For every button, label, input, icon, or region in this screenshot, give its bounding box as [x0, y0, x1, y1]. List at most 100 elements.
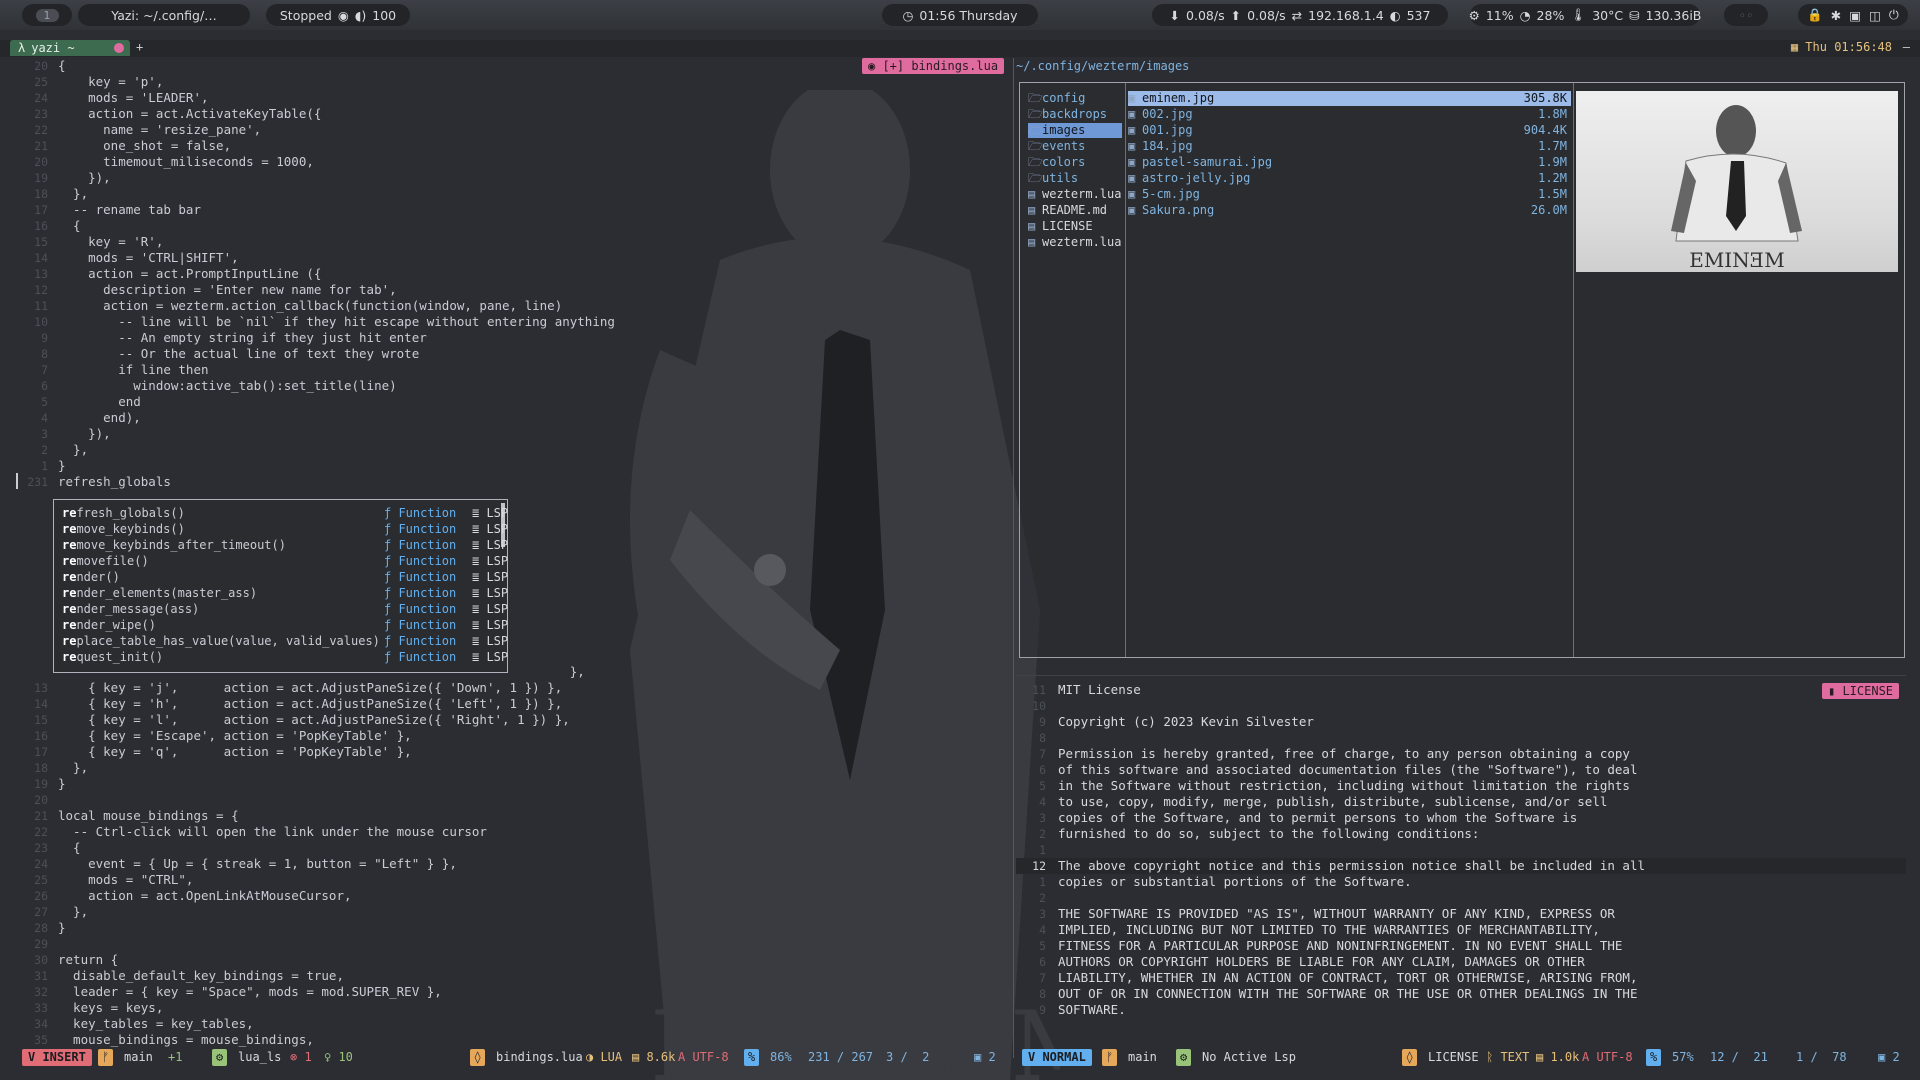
image-file-item[interactable]: ▣ astro-jelly.jpg 1.2M	[1128, 171, 1571, 186]
code-line[interactable]: 2 },	[10, 442, 1013, 458]
completion-item[interactable]: render() ƒ Function ≣ LSP	[62, 569, 508, 585]
tab-yazi[interactable]: λ yazi ~	[10, 40, 130, 56]
code-line[interactable]: 19}	[10, 776, 1013, 792]
code-line[interactable]: 14 { key = 'h', action = act.AdjustPaneS…	[10, 696, 1013, 712]
folder-item[interactable]: 🗁colors	[1028, 155, 1122, 170]
code-line[interactable]: 17 -- rename tab bar	[10, 202, 1013, 218]
code-line[interactable]: 13 { key = 'j', action = act.AdjustPaneS…	[10, 680, 1013, 696]
code-line[interactable]: 17 { key = 'q', action = 'PopKeyTable' }…	[10, 744, 1013, 760]
code-line[interactable]: 9 -- An empty string if they just hit en…	[10, 330, 1013, 346]
folder-item[interactable]: 🗁events	[1028, 139, 1122, 154]
license-line[interactable]: 4 to use, copy, modify, merge, publish, d…	[1016, 794, 1906, 810]
pane-separator[interactable]	[1016, 675, 1906, 676]
code-line[interactable]: 16 {	[10, 218, 1013, 234]
code-line[interactable]: 33 keys = keys,	[10, 1000, 1013, 1016]
lsp-name[interactable]: lua_ls	[232, 1049, 287, 1066]
code-line[interactable]: 20	[10, 792, 1013, 808]
license-line[interactable]: 1	[1016, 842, 1906, 858]
code-line[interactable]: 10 -- line will be `nil` if they hit esc…	[10, 314, 1013, 330]
code-line[interactable]: 4 end),	[10, 410, 1013, 426]
code-line[interactable]: 34 key_tables = key_tables,	[10, 1016, 1013, 1032]
completion-item[interactable]: render_message(ass) ƒ Function ≣ LSP	[62, 601, 508, 617]
workspace-pill[interactable]: 1	[22, 4, 72, 26]
pause-icon[interactable]: ◉	[338, 8, 349, 23]
code-line[interactable]: 29	[10, 936, 1013, 952]
license-line[interactable]: 3 copies of the Software, and to permit p…	[1016, 810, 1906, 826]
git-branch-right[interactable]: main	[1122, 1049, 1163, 1066]
tab-close-icon[interactable]	[114, 43, 124, 53]
minimize-button[interactable]: —	[1903, 40, 1910, 54]
code-line[interactable]: 5 end	[10, 394, 1013, 410]
license-line[interactable]: 5 FITNESS FOR A PARTICULAR PURPOSE AND NO…	[1016, 938, 1906, 954]
code-line[interactable]: 35 mouse_bindings = mouse_bindings,	[10, 1032, 1013, 1048]
code-line[interactable]: 13 action = act.PromptInputLine ({	[10, 266, 1013, 282]
code-line[interactable]: 24 event = { Up = { streak = 1, button =…	[10, 856, 1013, 872]
code-line[interactable]: 6 window:active_tab():set_title(line)	[10, 378, 1013, 394]
license-line[interactable]: 10	[1016, 698, 1906, 714]
code-line[interactable]: 25 key = 'p',	[10, 74, 1013, 90]
completion-popup[interactable]: refresh_globals() ƒ Function ≣ LSP remove_k…	[53, 499, 508, 673]
license-line[interactable]: 8	[1016, 730, 1906, 746]
file-tab-badge[interactable]: ◉ [+] bindings.lua	[862, 58, 1005, 74]
workspace-number[interactable]: 1	[35, 8, 59, 22]
power-icon[interactable]: ⏻	[1889, 7, 1899, 23]
screenshot-icon[interactable]: ▣	[1849, 8, 1861, 23]
image-file-item[interactable]: ▣ 002.jpg 1.8M	[1128, 107, 1571, 122]
image-file-item[interactable]: ▣ eminem.jpg 305.8K	[1128, 91, 1571, 106]
code-line[interactable]: 15 key = 'R',	[10, 234, 1013, 250]
code-line[interactable]: 24 mods = 'LEADER',	[10, 90, 1013, 106]
code-line[interactable]: 21 local mouse_bindings = {	[10, 808, 1013, 824]
image-file-item[interactable]: ▣ pastel-samurai.jpg 1.9M	[1128, 155, 1571, 170]
file-item[interactable]: ▤ LICENSE	[1028, 219, 1122, 234]
license-line[interactable]: 4 IMPLIED, INCLUDING BUT NOT LIMITED TO T…	[1016, 922, 1906, 938]
license-line[interactable]: 6 AUTHORS OR COPYRIGHT HOLDERS BE LIABLE …	[1016, 954, 1906, 970]
license-file-badge[interactable]: ▮ LICENSE	[1822, 683, 1900, 699]
image-file-item[interactable]: ▣ 001.jpg 904.4K	[1128, 123, 1571, 138]
code-line[interactable]: 3 }),	[10, 426, 1013, 442]
lsp-status-right[interactable]: No Active Lsp	[1196, 1049, 1302, 1066]
diagnostic-errors[interactable]: ⊗ 1	[284, 1049, 318, 1066]
code-line[interactable]: 25 mods = "CTRL",	[10, 872, 1013, 888]
completion-item[interactable]: remove_keybinds() ƒ Function ≣ LSP	[62, 521, 508, 537]
file-item[interactable]: ▤ wezterm.lua	[1028, 187, 1122, 202]
media-pill[interactable]: Stopped ◉ ◖) 100	[266, 4, 410, 26]
image-file-item[interactable]: ▣ Sakura.png 26.0M	[1128, 203, 1571, 218]
new-tab-button[interactable]: +	[136, 40, 143, 54]
code-line[interactable]: 32 leader = { key = "Space", mods = mod.…	[10, 984, 1013, 1000]
folder-item[interactable]: 🗁config	[1028, 91, 1122, 106]
license-line[interactable]: 2 furnished to do so, subject to the foll…	[1016, 826, 1906, 842]
code-line[interactable]: 23 {	[10, 840, 1013, 856]
license-line[interactable]: 7 Permission is hereby granted, free of c…	[1016, 746, 1906, 762]
code-line[interactable]: 18 },	[10, 760, 1013, 776]
code-line[interactable]: 16 { key = 'Escape', action = 'PopKeyTab…	[10, 728, 1013, 744]
file-item[interactable]: ▤ wezterm.lua	[1028, 235, 1122, 250]
volume-icon[interactable]: ◖)	[355, 8, 366, 23]
code-line[interactable]: 18 },	[10, 186, 1013, 202]
folder-item[interactable]: 🗁utils	[1028, 171, 1122, 186]
folder-item[interactable]: 🗁backdrops	[1028, 107, 1122, 122]
code-line[interactable]: 30 return {	[10, 952, 1013, 968]
code-line[interactable]: 26 action = act.OpenLinkAtMouseCursor,	[10, 888, 1013, 904]
completion-item[interactable]: refresh_globals() ƒ Function ≣ LSP	[62, 505, 508, 521]
code-line[interactable]: 21 one_shot = false,	[10, 138, 1013, 154]
diagnostic-hints[interactable]: ♀ 10	[318, 1049, 359, 1066]
license-viewer[interactable]: 11 MIT License 10 9 Copyright (c) 2023 Kevin…	[1016, 682, 1906, 1022]
license-line[interactable]: 11 MIT License	[1016, 682, 1906, 698]
code-line[interactable]: 8 -- Or the actual line of text they wro…	[10, 346, 1013, 362]
code-line[interactable]: 231 refresh_globals	[10, 474, 1013, 490]
license-line[interactable]: 8 OUT OF OR IN CONNECTION WITH THE SOFTWA…	[1016, 986, 1906, 1002]
code-line[interactable]: 22 name = 'resize_pane',	[10, 122, 1013, 138]
code-line[interactable]: 12 description = 'Enter new name for tab…	[10, 282, 1013, 298]
license-line[interactable]: 5 in the Software without restriction, in…	[1016, 778, 1906, 794]
settings-icon[interactable]: ✱	[1831, 8, 1841, 23]
completion-item[interactable]: render_elements(master_ass) ƒ Function ≣ L…	[62, 585, 508, 601]
folder-item[interactable]: 🗁images	[1028, 123, 1122, 138]
completion-item[interactable]: replace_table_has_value(value, valid_val…	[62, 633, 508, 649]
license-line[interactable]: 1 copies or substantial portions of the S…	[1016, 874, 1906, 890]
license-line[interactable]: 12 The above copyright notice and this pe…	[1016, 858, 1906, 874]
clock-pill[interactable]: ◷ 01:56 Thursday	[882, 4, 1038, 26]
image-file-item[interactable]: ▣ 184.jpg 1.7M	[1128, 139, 1571, 154]
git-branch[interactable]: main	[118, 1049, 159, 1066]
display-icon[interactable]: ◫	[1869, 8, 1881, 23]
license-line[interactable]: 9 SOFTWARE.	[1016, 1002, 1906, 1018]
